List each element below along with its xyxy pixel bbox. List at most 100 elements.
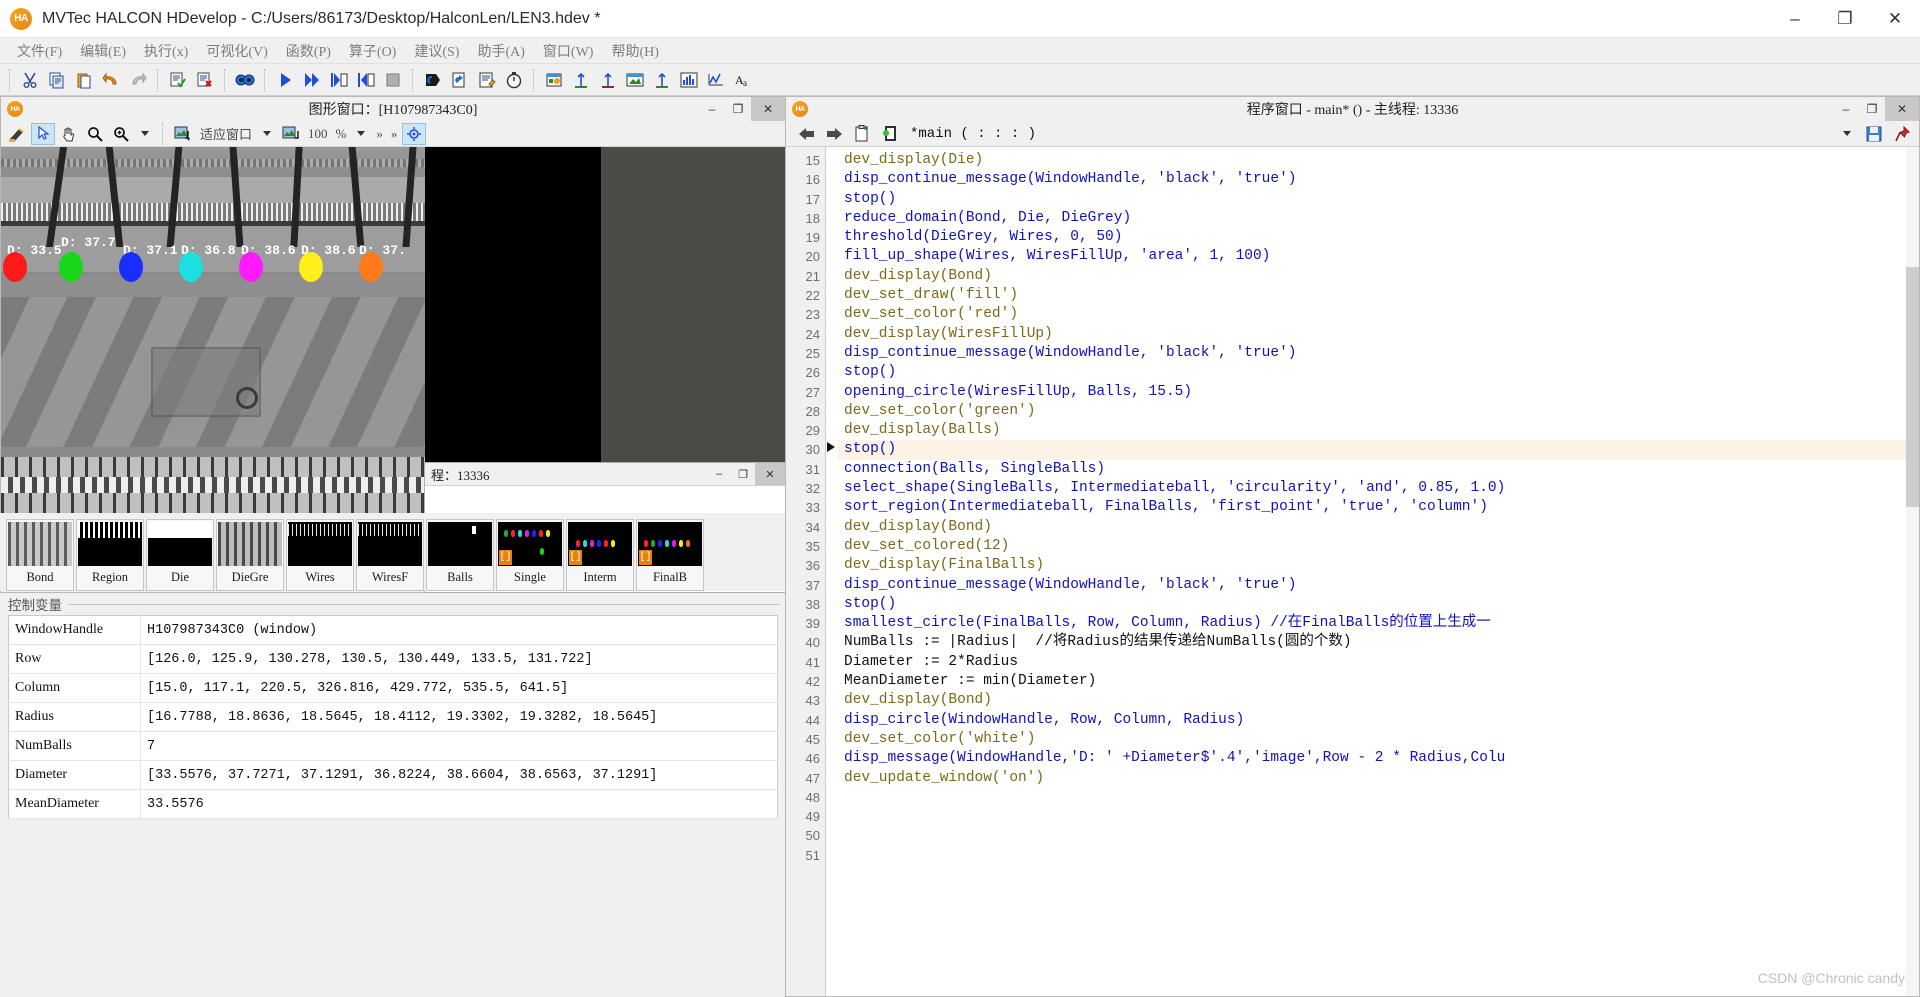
code-line[interactable]: smallest_circle(FinalBalls, Row, Column,…	[838, 614, 1919, 633]
step-into-icon[interactable]	[326, 67, 352, 93]
gfx-minimize-button[interactable]: –	[699, 97, 725, 121]
code-line[interactable]: connection(Balls, SingleBalls)	[838, 460, 1919, 479]
object-tab-finalballs[interactable]: [] FinalB	[636, 519, 704, 591]
zoom-level-icon[interactable]	[279, 123, 303, 145]
fit-window-icon[interactable]	[171, 123, 195, 145]
code-line-current[interactable]: stop()	[838, 440, 1919, 460]
pan-hand-icon[interactable]	[57, 123, 81, 145]
code-line[interactable]: MeanDiameter := min(Diameter)	[838, 672, 1919, 691]
code-line[interactable]: select_shape(SingleBalls, Intermediateba…	[838, 479, 1919, 498]
minimize-button[interactable]: –	[1770, 0, 1820, 38]
zoom-level-value[interactable]: 100	[305, 126, 331, 142]
prog-minimize-button[interactable]: –	[1833, 97, 1859, 121]
code-line[interactable]	[838, 807, 1919, 826]
stop-icon[interactable]	[380, 67, 406, 93]
code-line[interactable]: disp_circle(WindowHandle, Row, Column, R…	[838, 711, 1919, 730]
procedure-name[interactable]: *main ( : : : )	[910, 126, 1036, 142]
menu-window[interactable]: 窗口(W)	[534, 39, 603, 63]
arrow-right-icon[interactable]	[822, 123, 846, 145]
code-line[interactable]: dev_display(WiresFillUp)	[838, 325, 1919, 344]
zoom-dropdown-icon[interactable]	[141, 131, 149, 136]
object-tab-diegrey[interactable]: DieGre	[216, 519, 284, 591]
fit-window-label[interactable]: 适应窗口	[197, 124, 255, 143]
code-line[interactable]: stop()	[838, 595, 1919, 614]
code-line[interactable]: threshold(DieGrey, Wires, 0, 50)	[838, 228, 1919, 247]
code-line[interactable]: dev_display(FinalBalls)	[838, 556, 1919, 575]
object-tab-wires[interactable]: Wires	[286, 519, 354, 591]
code-line[interactable]: dev_display(Balls)	[838, 421, 1919, 440]
object-tab-region[interactable]: Region	[76, 519, 144, 591]
toolbar-overflow-2[interactable]: »	[388, 126, 401, 142]
code-line[interactable]	[838, 846, 1919, 865]
menu-file[interactable]: 文件(F)	[8, 39, 71, 63]
menu-visualization[interactable]: 可视化(V)	[197, 39, 276, 63]
pin-icon[interactable]	[1891, 123, 1915, 145]
histogram-icon[interactable]	[676, 67, 702, 93]
code-line[interactable]: dev_set_color('green')	[838, 402, 1919, 421]
code-line[interactable]: dev_display(Die)	[838, 151, 1919, 170]
prog-close-button[interactable]: ✕	[1885, 97, 1919, 121]
toolbar-overflow[interactable]: »	[373, 126, 386, 142]
sub-minimize-button[interactable]: –	[707, 463, 731, 485]
object-tab-bond[interactable]: Bond	[6, 519, 74, 591]
object-tab-wiresfillup[interactable]: WiresF	[356, 519, 424, 591]
code-line[interactable]: stop()	[838, 363, 1919, 382]
menu-operators[interactable]: 算子(O)	[340, 39, 405, 63]
object-tab-intermediateball[interactable]: [] Interm	[566, 519, 634, 591]
menu-edit[interactable]: 编辑(E)	[71, 39, 135, 63]
reset-icon[interactable]	[420, 67, 446, 93]
gfx-close-button[interactable]: ✕	[751, 97, 785, 121]
redo-icon[interactable]	[125, 67, 151, 93]
code-line[interactable]: dev_set_color('red')	[838, 305, 1919, 324]
gfx-var-icon[interactable]	[649, 67, 675, 93]
table-row[interactable]: Radius [16.7788, 18.8636, 18.5645, 18.41…	[8, 702, 778, 732]
eyes-icon[interactable]	[232, 67, 258, 93]
object-tab-singleballs[interactable]: [] Single	[496, 519, 564, 591]
code-line[interactable]: stop()	[838, 190, 1919, 209]
table-row[interactable]: Row [126.0, 125.9, 130.278, 130.5, 130.4…	[8, 644, 778, 674]
reset-program-icon[interactable]	[447, 67, 473, 93]
menu-functions[interactable]: 函数(P)	[277, 39, 340, 63]
arrow-left-icon[interactable]	[794, 123, 818, 145]
code-line[interactable]: dev_display(Bond)	[838, 518, 1919, 537]
code-line[interactable]: disp_message(WindowHandle,'D: ' +Diamete…	[838, 749, 1919, 768]
code-line[interactable]: disp_continue_message(WindowHandle, 'bla…	[838, 344, 1919, 363]
procedure-icon[interactable]	[878, 123, 902, 145]
code-line[interactable]: sort_region(Intermediateball, FinalBalls…	[838, 498, 1919, 517]
clipboard-icon[interactable]	[850, 123, 874, 145]
draw-icon[interactable]	[5, 123, 29, 145]
breakpoint-column[interactable]	[826, 147, 838, 996]
fit-dropdown-icon[interactable]	[263, 131, 272, 136]
code-line[interactable]	[838, 826, 1919, 845]
object-tab-die[interactable]: Die	[146, 519, 214, 591]
code-line[interactable]: dev_set_color('white')	[838, 730, 1919, 749]
close-button[interactable]: ✕	[1870, 0, 1920, 38]
code-line[interactable]: opening_circle(WiresFillUp, Balls, 15.5)	[838, 383, 1919, 402]
table-row[interactable]: NumBalls 7	[8, 731, 778, 761]
code-lines[interactable]: dev_display(Die) disp_continue_message(W…	[838, 147, 1919, 996]
menu-suggestions[interactable]: 建议(S)	[405, 39, 468, 63]
prog-maximize-button[interactable]: ❐	[1859, 97, 1885, 121]
menu-help[interactable]: 帮助(H)	[602, 39, 667, 63]
arrow-select-icon[interactable]	[31, 122, 55, 145]
code-line[interactable]: dev_display(Bond)	[838, 267, 1919, 286]
zoom-in-icon[interactable]	[109, 123, 133, 145]
code-line[interactable]: fill_up_shape(Wires, WiresFillUp, 'area'…	[838, 247, 1919, 266]
zoom-icon[interactable]	[83, 123, 107, 145]
save-icon[interactable]	[1862, 123, 1886, 145]
code-line[interactable]: NumBalls := |Radius| //将Radius的结果传递给NumB…	[838, 633, 1919, 652]
copy-icon[interactable]	[44, 67, 70, 93]
comment-icon[interactable]	[165, 67, 191, 93]
uncomment-icon[interactable]	[192, 67, 218, 93]
code-line[interactable]: reduce_domain(Bond, Die, DieGrey)	[838, 209, 1919, 228]
code-line[interactable]: dev_set_colored(12)	[838, 537, 1919, 556]
code-editor[interactable]: 15 16 17 18 19 20 21 22 23 24 25 26 27 2…	[786, 147, 1919, 996]
code-line[interactable]	[838, 788, 1919, 807]
step-over-icon[interactable]	[299, 67, 325, 93]
table-row[interactable]: Column [15.0, 117.1, 220.5, 326.816, 429…	[8, 673, 778, 703]
paste-icon[interactable]	[71, 67, 97, 93]
table-row[interactable]: Diameter [33.5576, 37.7271, 37.1291, 36.…	[8, 760, 778, 790]
maximize-button[interactable]: ❐	[1820, 0, 1870, 38]
code-line[interactable]: disp_continue_message(WindowHandle, 'bla…	[838, 170, 1919, 189]
menu-execute[interactable]: 执行(x)	[135, 39, 197, 63]
